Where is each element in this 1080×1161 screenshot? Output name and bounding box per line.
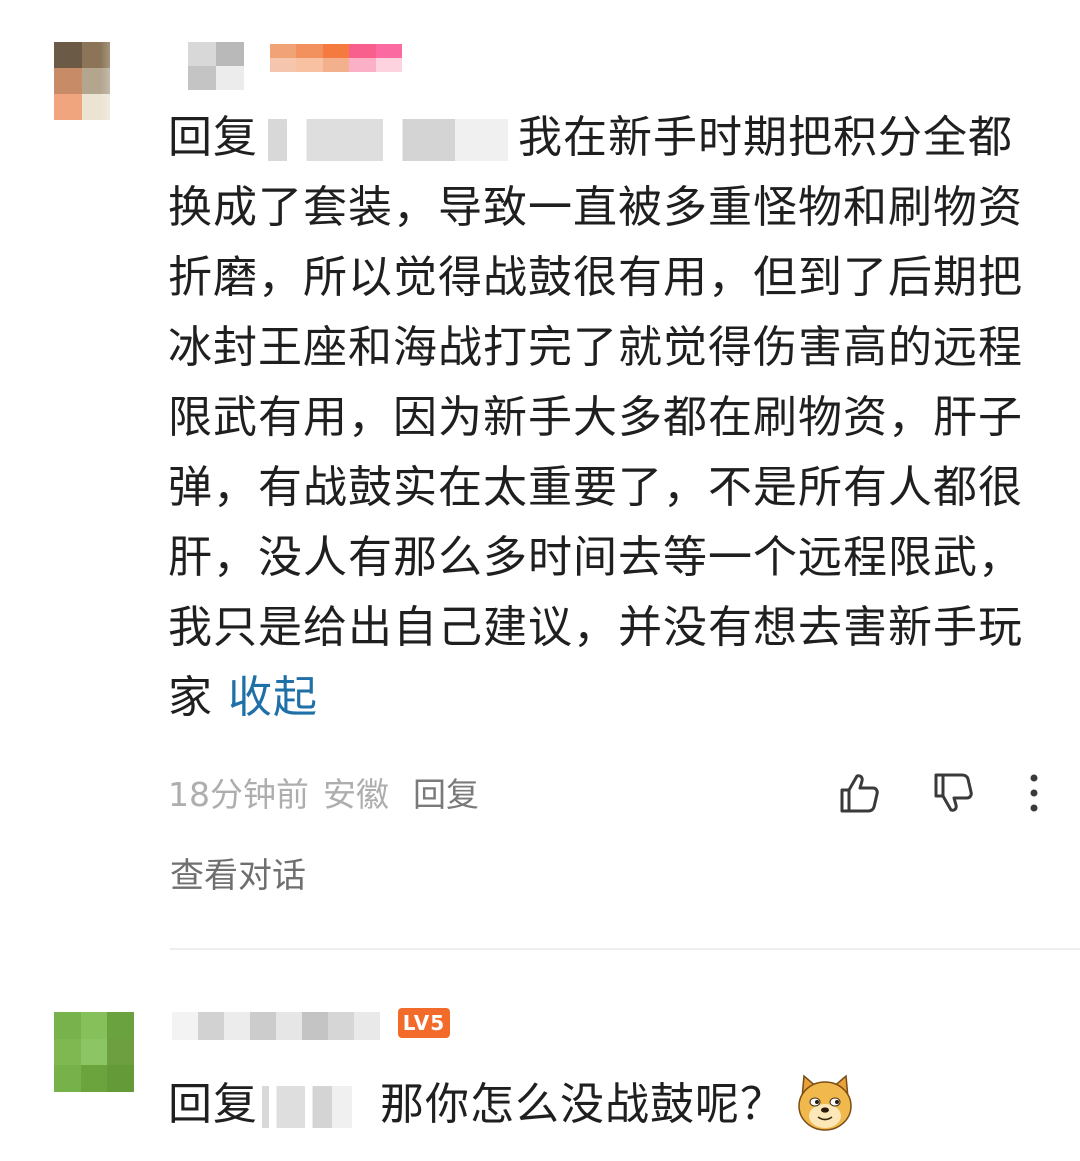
comment-location: 安徽: [323, 775, 389, 814]
commenter-avatar[interactable]: [54, 1012, 134, 1092]
reply-prefix: 回复: [168, 1079, 258, 1130]
collapse-link[interactable]: 收起: [228, 672, 318, 723]
replied-username-blurred[interactable]: [262, 1086, 352, 1128]
comment-meta: 18分钟前 安徽 回复: [168, 768, 479, 816]
reply-prefix: 回复: [168, 112, 258, 163]
commenter-username-blurred[interactable]: [188, 42, 244, 90]
reply-button[interactable]: 回复: [413, 768, 479, 816]
thumbs-up-icon[interactable]: [836, 770, 882, 816]
level-badge: LV5: [398, 1008, 450, 1038]
doge-emoji-icon: [798, 1074, 852, 1131]
more-vertical-icon[interactable]: [1018, 770, 1050, 816]
comment-text: 回复 我在新手时期把积分全都换成了套装，导致一直被多重怪物和刷物资折磨，所以觉得战…: [168, 103, 1030, 733]
replied-username-blurred[interactable]: [268, 119, 508, 161]
comment-text: 回复 那你怎么没战鼓呢？: [168, 1070, 808, 1140]
avatar-blur-overlay: [54, 42, 138, 120]
comment-divider: [170, 948, 1080, 950]
commenter-username-blurred[interactable]: [172, 1012, 380, 1040]
thumbs-down-icon[interactable]: [930, 770, 976, 816]
comment-content: 我在新手时期把积分全都换成了套装，导致一直被多重怪物和刷物资折磨，所以觉得战鼓很…: [168, 112, 1023, 723]
comment-time: 18分钟前: [168, 775, 309, 814]
view-conversation-link[interactable]: 查看对话: [170, 848, 306, 897]
user-badge-blurred: [270, 44, 402, 72]
comment-content: 那你怎么没战鼓呢？: [380, 1079, 785, 1130]
